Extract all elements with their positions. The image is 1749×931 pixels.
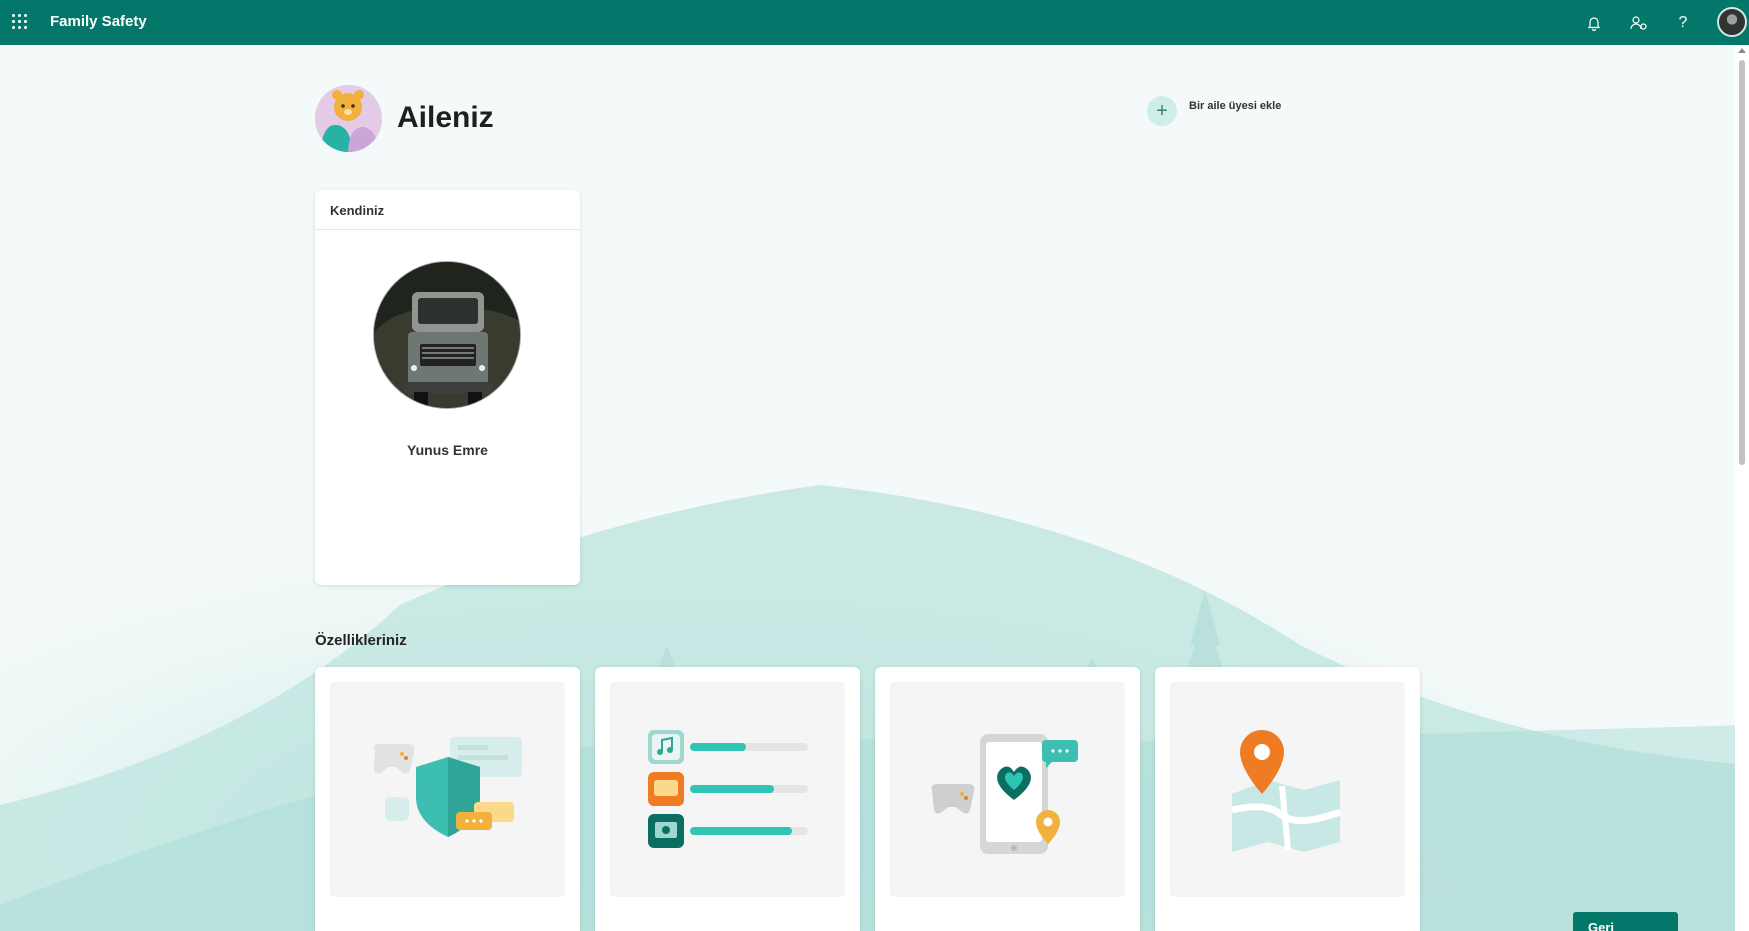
scroll-thumb[interactable] bbox=[1739, 60, 1745, 465]
shield-controller-illustration bbox=[330, 682, 565, 897]
family-avatar bbox=[315, 85, 382, 152]
feedback-button[interactable]: Geri bildirim bbox=[1573, 912, 1678, 931]
location-map-illustration bbox=[1170, 682, 1405, 897]
plus-icon: + bbox=[1147, 96, 1177, 126]
phone-heart-illustration bbox=[890, 682, 1125, 897]
feature-card-location[interactable] bbox=[1155, 667, 1420, 931]
page-title: Aileniz bbox=[397, 101, 494, 134]
member-avatar bbox=[373, 261, 521, 409]
member-name: Yunus Emre bbox=[407, 442, 488, 458]
app-usage-bars-illustration bbox=[610, 682, 845, 897]
scrollbar[interactable] bbox=[1735, 45, 1749, 931]
scroll-up-arrow-icon[interactable] bbox=[1738, 48, 1746, 53]
top-bar: Family Safety ? bbox=[0, 0, 1749, 45]
help-icon[interactable]: ? bbox=[1672, 12, 1694, 34]
feature-card-screen-time[interactable] bbox=[875, 667, 1140, 931]
feature-card-content-filters[interactable] bbox=[315, 667, 580, 931]
app-title[interactable]: Family Safety bbox=[50, 13, 147, 30]
bell-icon[interactable] bbox=[1583, 12, 1605, 34]
feature-card-app-usage[interactable] bbox=[595, 667, 860, 931]
app-launcher-icon[interactable] bbox=[12, 14, 28, 30]
features-section-title: Özellikleriniz bbox=[315, 632, 407, 649]
member-card[interactable]: Kendiniz Yunus Emre bbox=[315, 190, 580, 585]
account-avatar[interactable] bbox=[1717, 7, 1747, 37]
add-member-button[interactable]: + Bir aile üyesi ekle bbox=[1147, 96, 1281, 126]
family-settings-icon[interactable] bbox=[1628, 12, 1650, 34]
add-member-label: Bir aile üyesi ekle bbox=[1189, 100, 1282, 112]
member-card-header: Kendiniz bbox=[315, 190, 580, 230]
